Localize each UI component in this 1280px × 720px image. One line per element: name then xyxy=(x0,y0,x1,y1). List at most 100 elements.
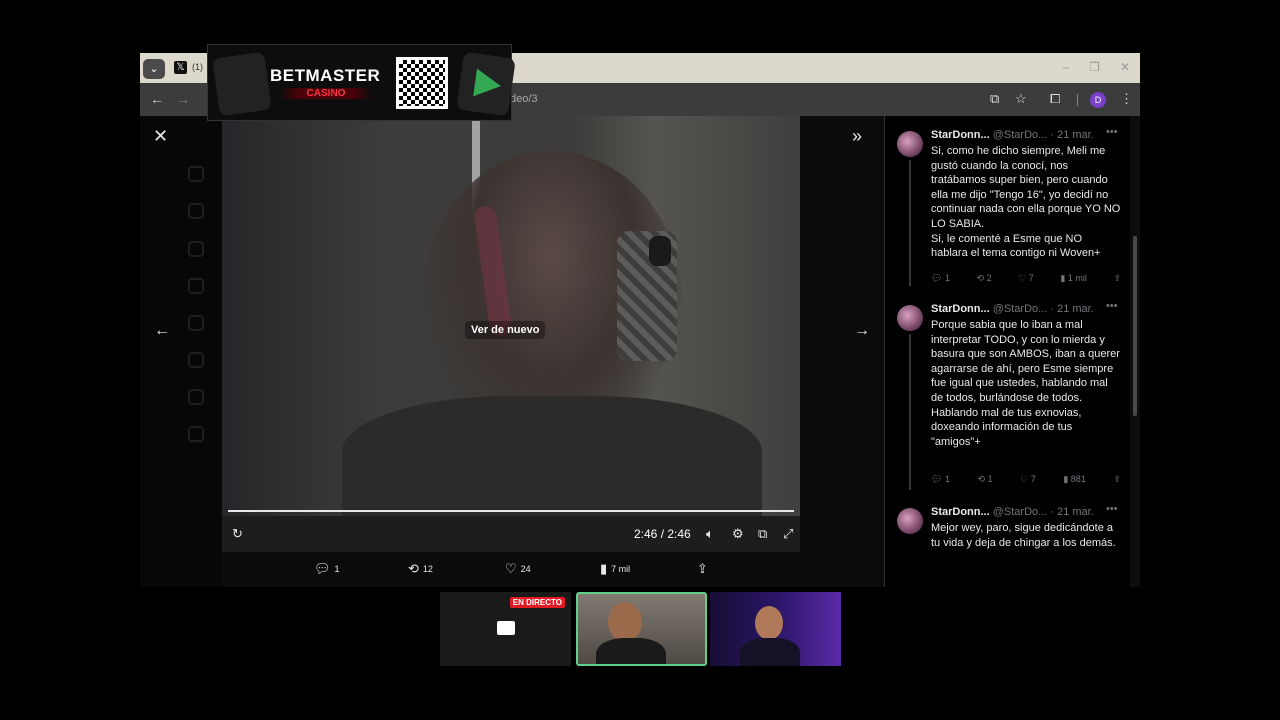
display-name[interactable]: StarDonn... xyxy=(931,506,990,518)
reply-button[interactable]: 💬︎ 1 xyxy=(931,474,950,485)
more-options-icon[interactable]: ••• xyxy=(1106,503,1118,515)
profile-avatar[interactable]: D xyxy=(1090,92,1106,108)
share-icon[interactable]: ⇪ xyxy=(1113,273,1121,284)
minimize-icon[interactable]: – xyxy=(1062,60,1069,74)
repost-icon: ⟲ xyxy=(408,561,419,576)
stream-cam-host xyxy=(576,592,707,666)
time-display: 2:46 / 2:46 xyxy=(634,527,691,541)
share-button[interactable]: ⇪ xyxy=(697,561,708,577)
post-actions: 💬︎ 1 ⟲ 12 ♡ 24 ▮ 7 mil ⇪ xyxy=(222,552,800,587)
timestamp[interactable]: · 21 mar. xyxy=(1050,506,1093,518)
display-name[interactable]: StarDonn... xyxy=(931,303,990,315)
like-button[interactable]: ♡ 24 xyxy=(505,561,531,577)
tab-title[interactable]: (1) xyxy=(192,62,203,72)
views-count: 7 mil xyxy=(611,564,631,574)
like-button[interactable]: ♡ 7 xyxy=(1020,474,1036,485)
progress-bar[interactable] xyxy=(228,510,794,512)
reply-button[interactable]: 💬︎ 1 xyxy=(314,561,340,577)
video-frame-subject xyxy=(342,396,762,516)
handle[interactable]: @StarDo... xyxy=(993,129,1048,141)
explore-icon xyxy=(188,203,204,219)
screen-share-icon xyxy=(497,621,515,635)
webcam-person-body xyxy=(740,638,800,666)
timestamp[interactable]: · 21 mar. xyxy=(1050,129,1093,141)
more-options-icon[interactable]: ••• xyxy=(1106,300,1118,312)
media-viewer: ✕ ← → » Ver de nuevo ↻ 2:46 / 2:46 🔈︎ ⚙ … xyxy=(140,116,1140,587)
fullscreen-icon[interactable]: ⤢ xyxy=(783,526,793,542)
reply-count: 1 xyxy=(334,564,340,574)
restore-icon[interactable]: ❐ xyxy=(1089,60,1100,74)
x-logo-icon[interactable]: 𝕏 xyxy=(174,61,187,74)
extensions-icon[interactable]: ⧠ xyxy=(1050,91,1060,107)
avatar[interactable] xyxy=(897,305,923,331)
handle[interactable]: @StarDo... xyxy=(993,506,1048,518)
repost-button[interactable]: ⟲ 12 xyxy=(408,561,433,577)
install-app-icon[interactable]: ⧉ xyxy=(990,91,999,107)
like-count: 24 xyxy=(520,564,531,574)
volume-icon[interactable]: 🔈︎ xyxy=(706,526,714,542)
bookmark-star-icon[interactable]: ☆ xyxy=(1015,91,1027,107)
replay-button[interactable]: Ver de nuevo xyxy=(465,321,546,339)
picture-in-picture-icon[interactable]: ⧉ xyxy=(758,526,767,542)
scrollbar[interactable] xyxy=(1130,116,1140,587)
display-name[interactable]: StarDonn... xyxy=(931,129,990,141)
close-window-icon[interactable]: ✕ xyxy=(1120,60,1130,74)
like-button[interactable]: ♡ 7 xyxy=(1018,273,1034,284)
menu-kebab-icon[interactable]: ⋮ xyxy=(1120,91,1133,107)
previous-arrow-icon[interactable]: ← xyxy=(154,322,170,340)
settings-gear-icon[interactable]: ⚙ xyxy=(732,526,744,542)
reply-button[interactable]: 💬︎ 1 xyxy=(931,273,950,284)
tweet-header: StarDonn... @StarDo... · 21 mar. xyxy=(931,303,1094,315)
scroll-thumb[interactable] xyxy=(1133,236,1137,416)
views-count: 1 mil xyxy=(1067,273,1087,283)
qr-code xyxy=(396,57,448,109)
heart-icon: ♡ xyxy=(505,561,517,576)
video-player[interactable]: Ver de nuevo xyxy=(222,116,800,516)
share-icon: ⇪ xyxy=(697,561,708,576)
repost-button[interactable]: ⟲ 2 xyxy=(977,273,992,284)
tweet-actions: 💬︎ 1 ⟲ 1 ♡ 7 ▮ 881 ⇪ xyxy=(931,474,1121,485)
reply-tweet[interactable]: StarDonn... @StarDo... · 21 mar. ••• Mej… xyxy=(885,493,1130,587)
replay-icon[interactable]: ↻ xyxy=(232,526,243,542)
reply-count: 1 xyxy=(944,474,950,484)
webcam-person xyxy=(608,602,642,642)
avatar[interactable] xyxy=(897,508,923,534)
handle[interactable]: @StarDo... xyxy=(993,303,1048,315)
home-icon xyxy=(188,166,204,182)
avatar[interactable] xyxy=(897,131,923,157)
share-icon[interactable]: ⇪ xyxy=(1113,474,1121,485)
views-button[interactable]: ▮ 7 mil xyxy=(600,561,630,577)
reply-tweet[interactable]: StarDonn... @StarDo... · 21 mar. ••• Por… xyxy=(885,290,1130,490)
tweet-text: Porque sabia que lo iban a mal interpret… xyxy=(931,319,1120,448)
tweet-text: Mejor wey, paro, sigue dedicándote a tu … xyxy=(931,522,1116,549)
next-arrow-icon[interactable]: → xyxy=(854,322,870,340)
stream-cam-screen: EN DIRECTO xyxy=(440,592,571,666)
betmaster-ad-banner: BETMASTER CASINO xyxy=(207,44,516,121)
repost-count: 12 xyxy=(422,564,433,574)
reply-count: 1 xyxy=(944,273,950,283)
live-badge: EN DIRECTO xyxy=(509,597,565,608)
webcam-person xyxy=(755,606,783,640)
lists-icon xyxy=(188,352,204,368)
timestamp[interactable]: · 21 mar. xyxy=(1050,303,1093,315)
thread-line xyxy=(909,334,911,490)
reply-icon: 💬︎ xyxy=(314,561,331,576)
address-bar[interactable]: deo/3 xyxy=(510,93,538,105)
more-icon xyxy=(188,426,204,442)
repost-count: 2 xyxy=(986,273,992,283)
close-icon[interactable]: ✕ xyxy=(153,126,168,147)
tab-search-button[interactable]: ⌄ xyxy=(143,59,165,79)
views-button[interactable]: ▮ 1 mil xyxy=(1060,273,1086,284)
repost-count: 1 xyxy=(987,474,993,484)
like-count: 7 xyxy=(1030,474,1036,484)
repost-button[interactable]: ⟲ 1 xyxy=(978,474,993,485)
tweet-header: StarDonn... @StarDo... · 21 mar. xyxy=(931,129,1094,141)
views-button[interactable]: ▮ 881 xyxy=(1063,474,1085,485)
collapse-panel-icon[interactable]: » xyxy=(852,126,862,147)
more-options-icon[interactable]: ••• xyxy=(1106,126,1118,138)
back-icon[interactable]: ← xyxy=(150,91,164,107)
reply-tweet[interactable]: StarDonn... @StarDo... · 21 mar. ••• Si,… xyxy=(885,116,1130,286)
forward-icon[interactable]: → xyxy=(176,91,190,107)
thread-line xyxy=(909,160,911,286)
apple-logo-icon xyxy=(212,51,272,117)
